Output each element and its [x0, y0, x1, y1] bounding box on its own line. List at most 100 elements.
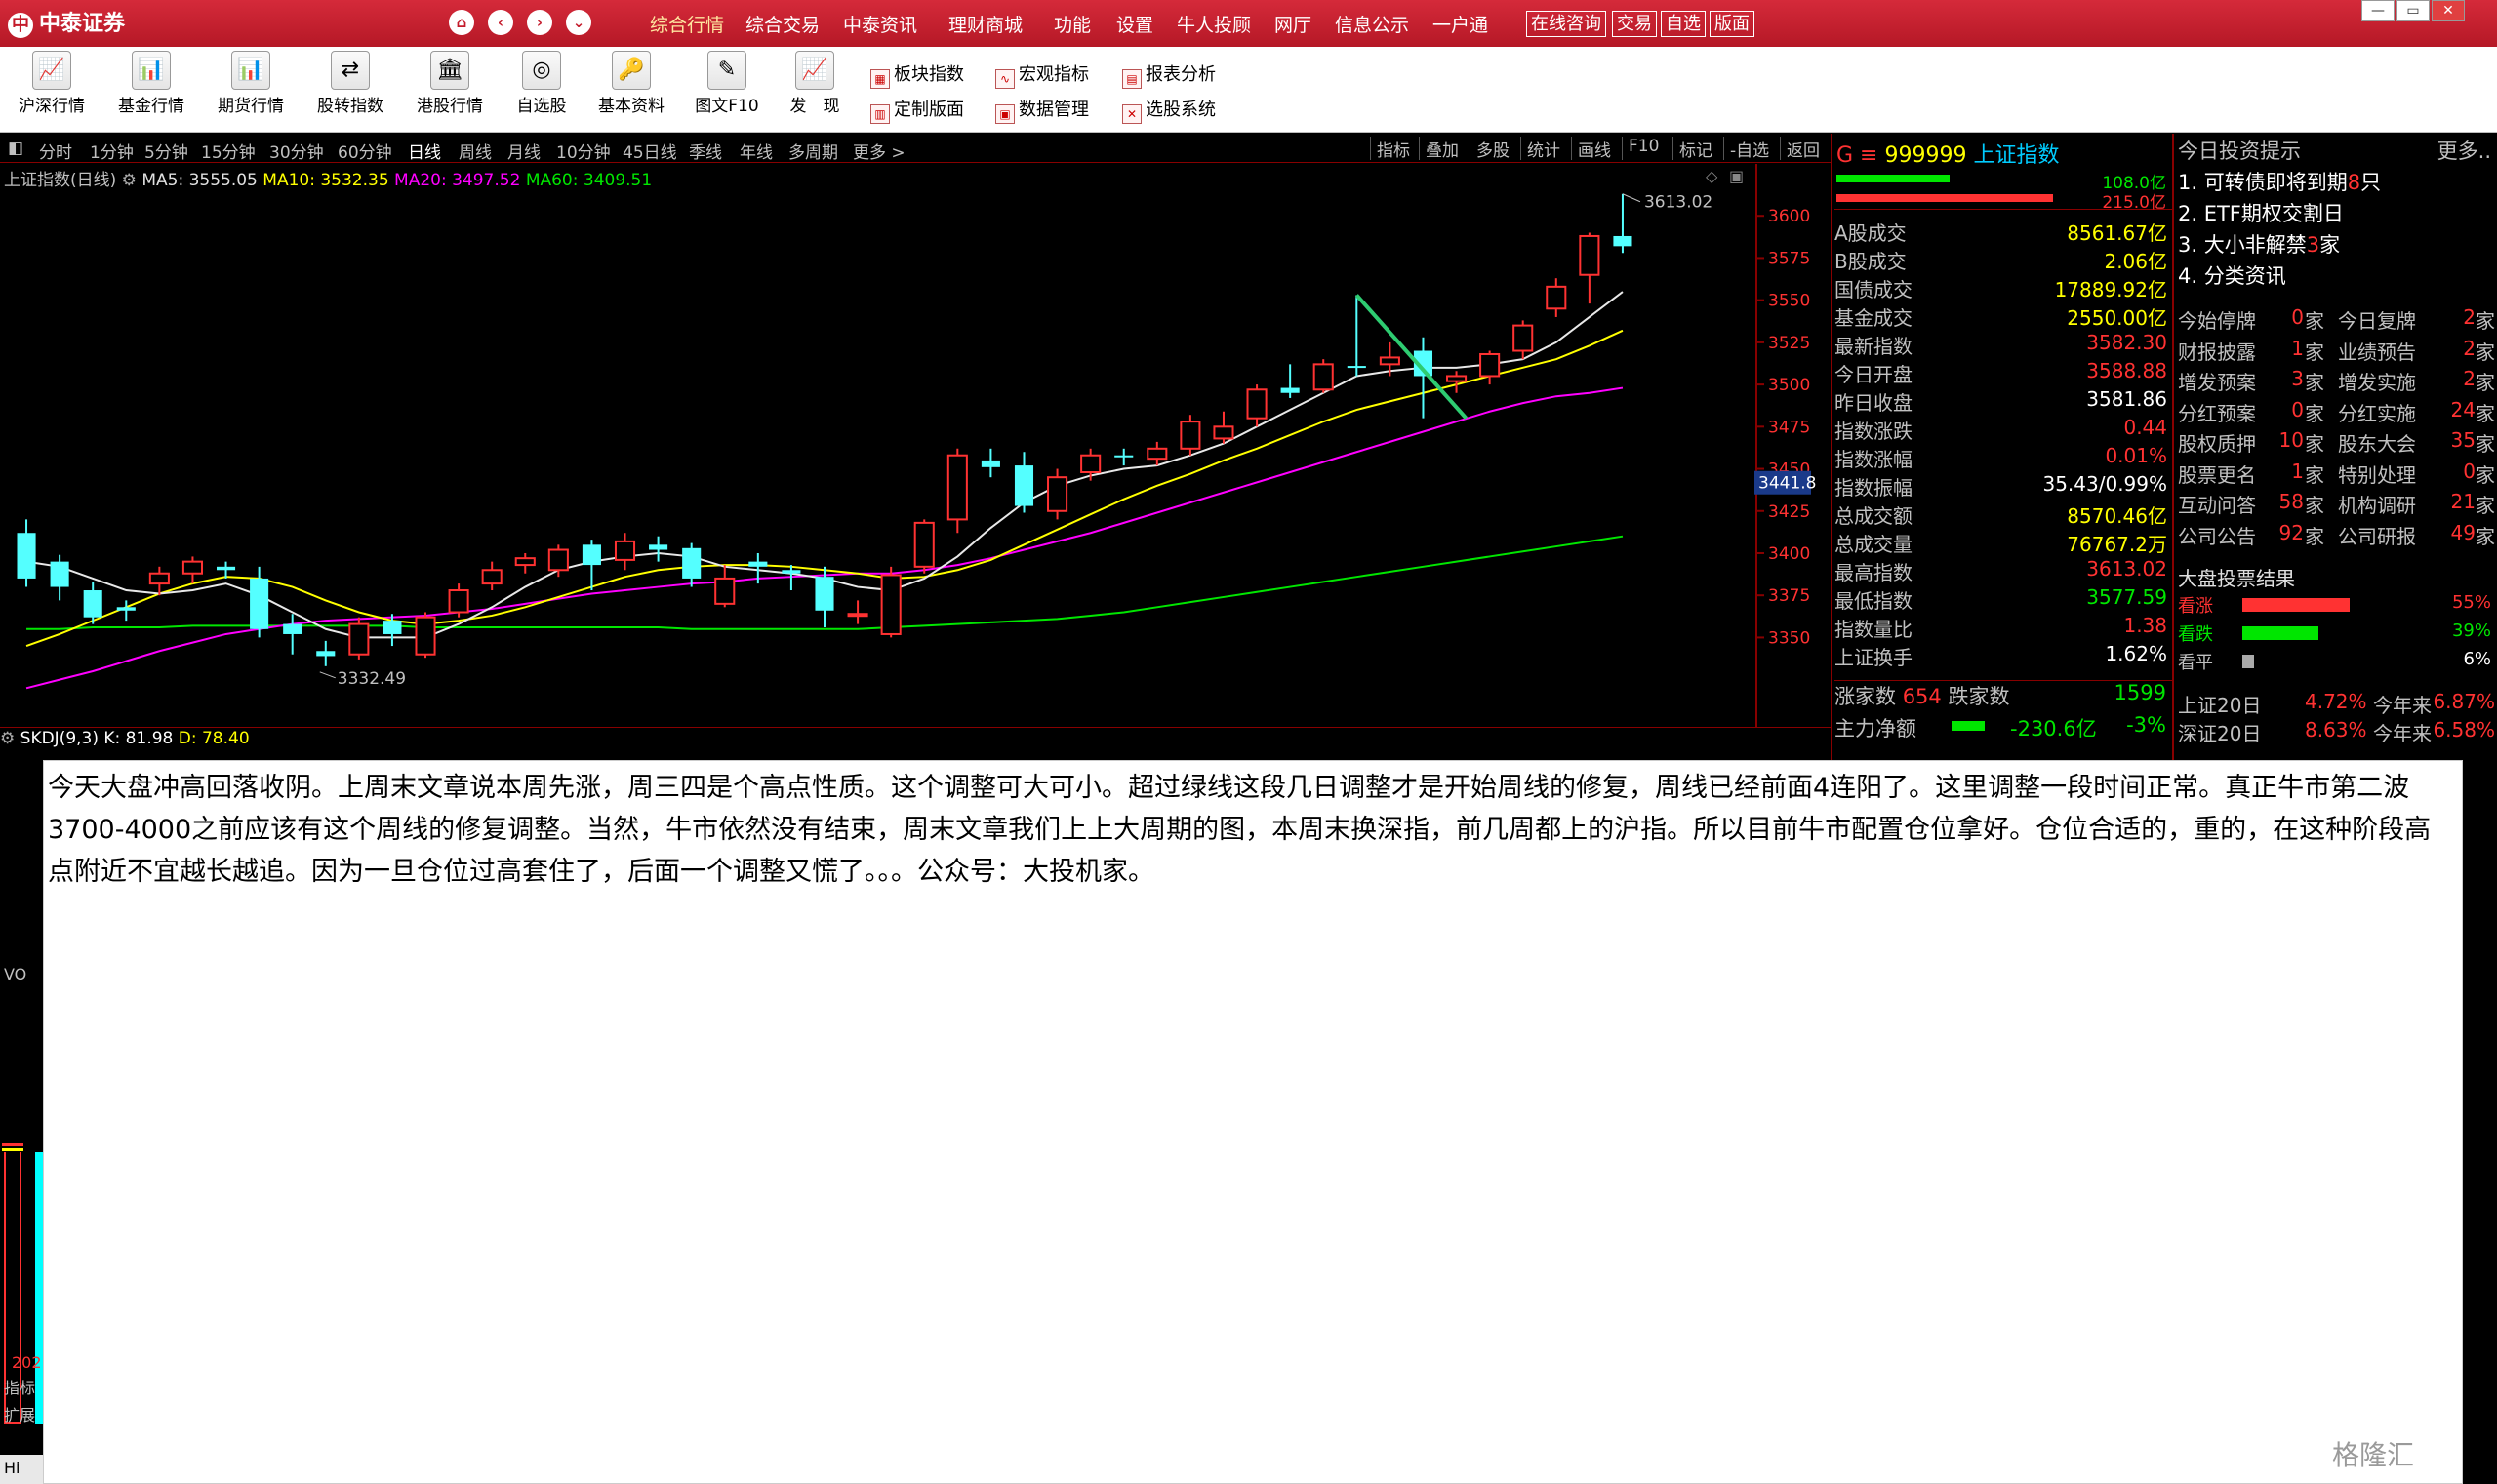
tip-item[interactable]: 2. ETF期权交割日 — [2178, 198, 2495, 227]
index-stat-value: 3613.02 — [2086, 557, 2167, 581]
overlay-button[interactable]: 叠加 — [1419, 137, 1459, 161]
sub-indicator-settings-icon[interactable]: ⚙ — [0, 729, 15, 748]
y-tick-label: 3350 — [1768, 628, 1810, 648]
period-daily[interactable]: 日线 — [408, 139, 441, 163]
remove-watchlist-button[interactable]: -自选 — [1723, 137, 1769, 161]
draw-line-button[interactable]: 画线 — [1571, 137, 1611, 161]
tool-fund-market[interactable]: 📊 基金行情 — [107, 51, 195, 116]
index-stat-value: 1.62% — [2105, 642, 2167, 665]
trade-button[interactable]: 交易 — [1612, 11, 1657, 37]
period-10min[interactable]: 10分钟 — [556, 139, 611, 163]
main-net-flow: 主力净额 -230.6亿 -3% — [1834, 713, 2166, 741]
tips-more-link[interactable]: 更多.. — [2437, 136, 2491, 165]
title-bar: 中中泰证券 ⌂ ‹ › ⌄ 综合行情 综合交易 中泰资讯 理财商城 功能 设置 … — [0, 0, 2497, 47]
menu-settings[interactable]: 设置 — [1116, 11, 1153, 37]
menu-news[interactable]: 中泰资讯 — [843, 11, 917, 37]
period-45day[interactable]: 45日线 — [623, 139, 677, 163]
sector-index-button[interactable]: ▦ 板块指数 — [870, 60, 964, 89]
watchlist-button[interactable]: 自选 — [1661, 11, 1706, 37]
forward-icon[interactable]: › — [527, 10, 552, 35]
candle-body — [481, 569, 503, 585]
vote-pct: 55% — [2451, 592, 2491, 613]
tip-item[interactable]: 1. 可转债即将到期8只 — [2178, 167, 2495, 196]
mark-button[interactable]: 标记 — [1672, 137, 1712, 161]
macro-indicator-button[interactable]: ∿ 宏观指标 — [995, 60, 1089, 89]
close-button[interactable]: ✕ — [2432, 0, 2465, 21]
period-intraday[interactable]: 分时 — [39, 139, 72, 163]
tool-f10[interactable]: ✎ 图文F10 — [683, 51, 771, 116]
index-stat-value: 17889.92亿 — [2054, 278, 2167, 301]
tip-item[interactable]: 4. 分类资讯 — [2178, 261, 2495, 290]
tool-watchlist[interactable]: ◎ 自选股 — [498, 51, 585, 116]
minimize-button[interactable]: — — [2361, 0, 2395, 21]
period-30min[interactable]: 30分钟 — [269, 139, 324, 163]
f10-button[interactable]: F10 — [1622, 137, 1659, 160]
menu-finance-mall[interactable]: 理财商城 — [948, 11, 1023, 37]
return-label: 上证20日 — [2178, 694, 2262, 717]
event-stat-count: 24 — [2450, 397, 2476, 421]
event-stat-row[interactable]: 公司公告 92 家公司研报 49 家 — [2178, 521, 2495, 550]
vote-row: 看平 6% — [2178, 649, 2495, 678]
kline-chart[interactable]: 3350337534003425345034753500352535503575… — [0, 164, 1831, 728]
event-stat-row[interactable]: 互动问答 58 家机构调研 21 家 — [2178, 490, 2495, 519]
event-stat-count: 0 — [2463, 459, 2476, 483]
stock-screener-button[interactable]: ✕ 选股系统 — [1122, 96, 1216, 124]
menu-advisor[interactable]: 牛人投顾 — [1177, 11, 1251, 37]
multi-stock-button[interactable]: 多股 — [1470, 137, 1510, 161]
watermark: 格隆汇 — [2332, 1439, 2415, 1471]
candle-body — [348, 622, 370, 656]
tool-futures-market[interactable]: 📊 期货行情 — [207, 51, 295, 116]
layout-button[interactable]: 版面 — [1710, 11, 1754, 37]
tool-basic-info[interactable]: 🔑 基本资料 — [587, 51, 675, 116]
period-monthly[interactable]: 月线 — [507, 139, 541, 163]
tool-neeq-index[interactable]: ⇄ 股转指数 — [306, 51, 394, 116]
menu-online-hall[interactable]: 网厅 — [1274, 11, 1311, 37]
menu-trade[interactable]: 综合交易 — [745, 11, 820, 37]
maximize-button[interactable]: ▭ — [2396, 0, 2430, 21]
menu-one-account[interactable]: 一户通 — [1432, 11, 1488, 37]
period-weekly[interactable]: 周线 — [459, 139, 492, 163]
event-stat-count: 1 — [2291, 336, 2304, 360]
event-stat-unit: 家 — [2476, 309, 2495, 333]
statistics-button[interactable]: 统计 — [1520, 137, 1560, 161]
back-button[interactable]: 返回 — [1780, 137, 1820, 161]
bottom-tab[interactable]: Hi — [0, 1455, 43, 1484]
period-quarterly[interactable]: 季线 — [689, 139, 722, 163]
index-stat-value: 3582.30 — [2086, 331, 2167, 354]
period-multi[interactable]: 多周期 — [788, 139, 838, 163]
tool-discover[interactable]: 📈 发 现 — [771, 51, 859, 116]
period-yearly[interactable]: 年线 — [740, 139, 773, 163]
period-more[interactable]: 更多 > — [853, 139, 906, 163]
event-stat-row[interactable]: 股票更名 1 家特别处理 0 家 — [2178, 460, 2495, 489]
period-60min[interactable]: 60分钟 — [338, 139, 392, 163]
tip-text: 1. 可转债即将到期 — [2178, 171, 2348, 194]
home-icon[interactable]: ⌂ — [449, 10, 474, 35]
menu-market[interactable]: 综合行情 — [650, 11, 724, 37]
tool-shsz-market[interactable]: 📈 沪深行情 — [8, 51, 96, 116]
index-stat-value: 8570.46亿 — [2067, 504, 2167, 528]
data-manage-button[interactable]: ▣ 数据管理 — [995, 96, 1089, 124]
indicator-button[interactable]: 指标 — [1370, 137, 1410, 161]
tab-extend[interactable]: 扩展 — [4, 1402, 35, 1425]
event-stat-row[interactable]: 财报披露 1 家业绩预告 2 家 — [2178, 337, 2495, 366]
menu-function[interactable]: 功能 — [1054, 11, 1091, 37]
tip-item[interactable]: 3. 大小非解禁3家 — [2178, 229, 2495, 259]
menu-disclosure[interactable]: 信息公示 — [1335, 11, 1409, 37]
event-stat-row[interactable]: 增发预案 3 家增发实施 2 家 — [2178, 367, 2495, 396]
tab-indicator[interactable]: 指标 — [4, 1375, 35, 1398]
event-stat-count: 49 — [2450, 520, 2476, 544]
dropdown-icon[interactable]: ⌄ — [566, 10, 591, 35]
online-consult-button[interactable]: 在线咨询 — [1526, 11, 1606, 37]
custom-layout-button[interactable]: ▥ 定制版面 — [870, 96, 964, 124]
low-marker-line — [319, 671, 336, 679]
event-stat-row[interactable]: 股权质押 10 家股东大会 35 家 — [2178, 428, 2495, 458]
event-stat-row[interactable]: 今始停牌 0 家今日复牌 2 家 — [2178, 305, 2495, 335]
tool-hk-market[interactable]: 🏛 港股行情 — [406, 51, 494, 116]
period-5min[interactable]: 5分钟 — [144, 139, 188, 163]
back-icon[interactable]: ‹ — [488, 10, 513, 35]
report-analysis-button[interactable]: ▤ 报表分析 — [1122, 60, 1216, 89]
period-15min[interactable]: 15分钟 — [201, 139, 256, 163]
event-stat-row[interactable]: 分红预案 0 家分红实施 24 家 — [2178, 398, 2495, 427]
panel-toggle-icon[interactable]: ◧ — [8, 139, 23, 158]
period-1min[interactable]: 1分钟 — [90, 139, 134, 163]
